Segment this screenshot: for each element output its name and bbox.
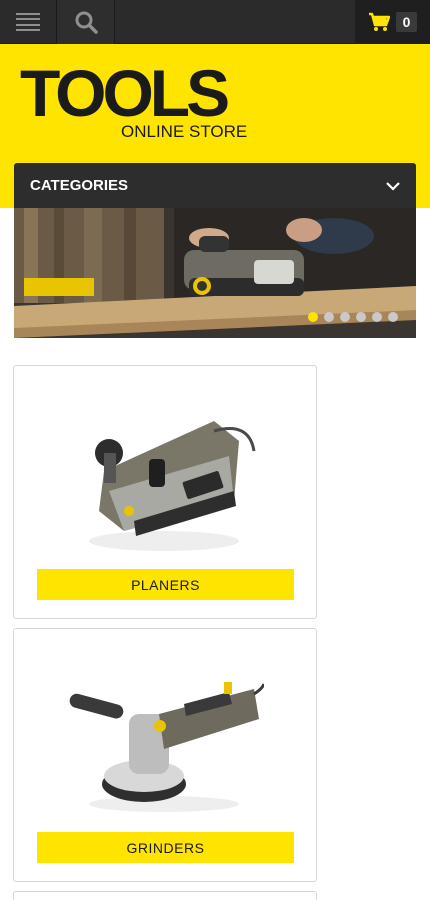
hamburger-icon bbox=[16, 13, 40, 31]
top-bar: 0 bbox=[0, 0, 430, 44]
search-button[interactable] bbox=[57, 0, 115, 44]
categories-dropdown[interactable]: CATEGORIES bbox=[14, 163, 416, 208]
chevron-down-icon bbox=[386, 181, 400, 191]
planer-image bbox=[89, 421, 256, 551]
categories-label: CATEGORIES bbox=[30, 177, 129, 194]
slider-dot[interactable] bbox=[356, 312, 366, 322]
product-card[interactable]: PLANERS bbox=[13, 365, 317, 619]
product-card[interactable] bbox=[13, 891, 317, 900]
slider-pagination bbox=[308, 312, 398, 322]
slider-dot[interactable] bbox=[372, 312, 382, 322]
product-label[interactable]: GRINDERS bbox=[37, 832, 294, 863]
slider-dot[interactable] bbox=[324, 312, 334, 322]
slider-dot[interactable] bbox=[388, 312, 398, 322]
product-card[interactable]: GRINDERS bbox=[13, 628, 317, 882]
logo-title[interactable]: TOOLS bbox=[20, 60, 230, 126]
hero-slider[interactable] bbox=[14, 208, 416, 338]
cart-button[interactable]: 0 bbox=[355, 0, 430, 44]
menu-button[interactable] bbox=[0, 0, 57, 44]
grinder-image bbox=[69, 682, 264, 812]
slider-dot[interactable] bbox=[308, 312, 318, 322]
logo-subtitle: ONLINE STORE bbox=[121, 122, 248, 141]
cart-count-badge: 0 bbox=[395, 12, 418, 32]
slider-dot[interactable] bbox=[340, 312, 350, 322]
search-icon bbox=[75, 11, 98, 34]
cart-icon bbox=[368, 12, 390, 31]
product-label[interactable]: PLANERS bbox=[37, 569, 294, 600]
